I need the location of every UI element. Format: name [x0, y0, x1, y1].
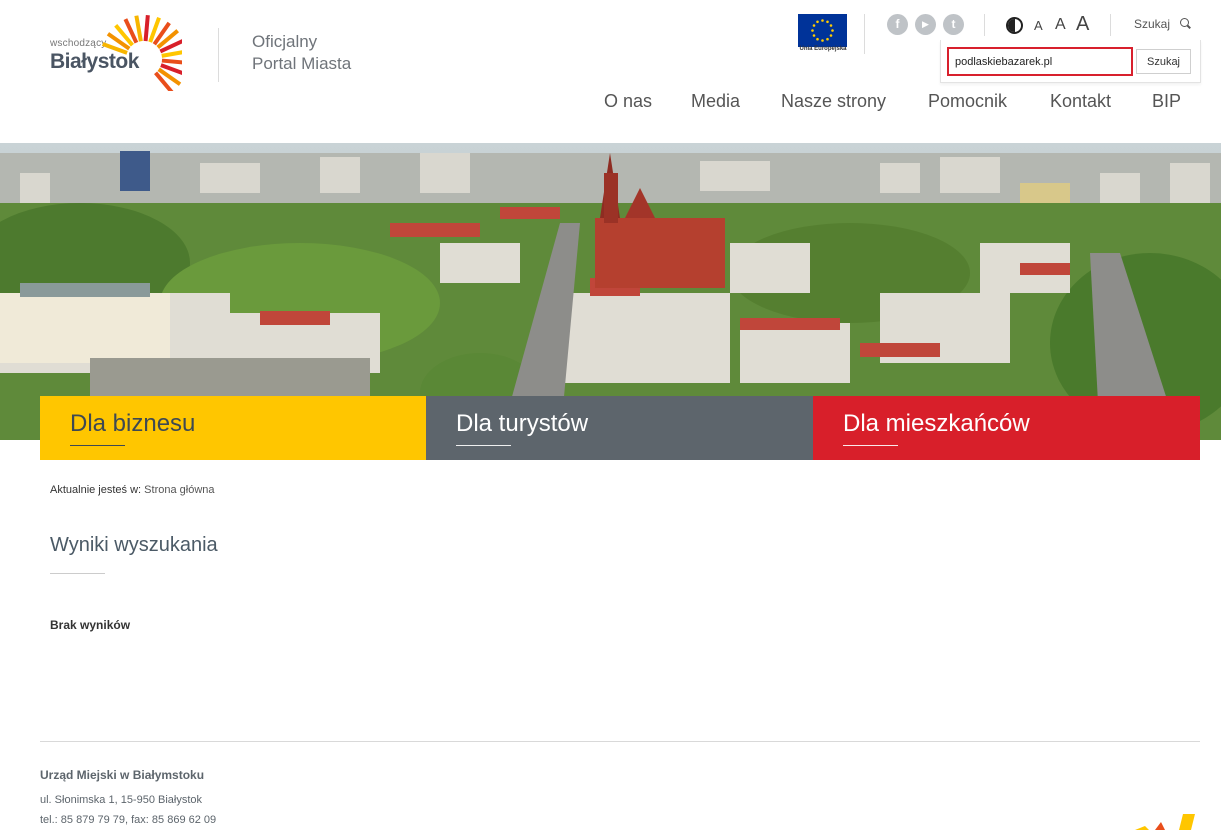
nav-item-bip[interactable]: BIP — [1152, 91, 1181, 112]
accessibility-divider — [1110, 14, 1111, 36]
eu-label: Unia Europejska — [799, 46, 847, 52]
search-input[interactable] — [947, 47, 1133, 76]
breadcrumb-home-link[interactable]: Strona główna — [144, 484, 214, 496]
social-divider — [984, 14, 985, 36]
nav-item-media[interactable]: Media — [691, 91, 740, 112]
contrast-toggle-icon[interactable] — [1006, 17, 1023, 34]
footer-org-name: Urząd Miejski w Białymstoku — [40, 768, 205, 782]
tile-for-business-label: Dla biznesu — [70, 410, 196, 437]
tile-for-tourists-label: Dla turystów — [456, 410, 589, 437]
page-title: Wyniki wyszukania — [50, 534, 218, 556]
footer-phone: tel.: 85 879 79 79, fax: 85 869 62 09 — [40, 814, 217, 826]
breadcrumb-prefix: Aktualnie jesteś w: — [50, 484, 142, 496]
footer-divider — [40, 741, 1200, 742]
footer-sunburst-logo-icon — [1135, 814, 1195, 830]
header-divider — [218, 28, 219, 82]
tile-underline — [70, 445, 125, 446]
tile-for-residents-label: Dla mieszkańców — [843, 410, 1030, 437]
search-button[interactable]: Szukaj — [1136, 49, 1191, 74]
tile-underline — [843, 445, 898, 446]
search-icon[interactable] — [1180, 18, 1189, 27]
title-underline — [50, 573, 105, 574]
sunburst-logo-icon — [101, 14, 182, 91]
no-results-message: Brak wyników — [50, 618, 131, 632]
font-size-small-button[interactable]: A — [1034, 18, 1043, 33]
nav-item-nasze-strony[interactable]: Nasze strony — [781, 91, 886, 112]
breadcrumb: Aktualnie jesteś w: Strona główna — [50, 484, 215, 496]
tagline-line-2: Portal Miasta — [252, 54, 352, 73]
portal-tagline: Oficjalny Portal Miasta — [252, 31, 351, 75]
tile-for-business[interactable]: Dla biznesu — [40, 396, 426, 460]
youtube-icon[interactable]: ▶ — [915, 14, 936, 35]
nav-item-kontakt[interactable]: Kontakt — [1050, 91, 1111, 112]
eu-flag-icon[interactable] — [798, 14, 847, 47]
nav-item-o-nas[interactable]: O nas — [604, 91, 652, 112]
tagline-line-1: Oficjalny — [252, 32, 318, 51]
facebook-icon[interactable]: f — [887, 14, 908, 35]
tile-for-tourists[interactable]: Dla turystów — [426, 396, 813, 460]
site-logo[interactable]: wschodzący Białystok — [48, 13, 188, 91]
footer-address: ul. Słonimska 1, 15-950 Białystok — [40, 794, 203, 806]
twitter-icon[interactable]: t — [943, 14, 964, 35]
tile-for-residents[interactable]: Dla mieszkańców — [813, 396, 1200, 460]
search-toggle-link[interactable]: Szukaj — [1134, 17, 1170, 31]
tile-underline — [456, 445, 511, 446]
nav-item-pomocnik[interactable]: Pomocnik — [928, 91, 1007, 112]
font-size-large-button[interactable]: A — [1076, 13, 1089, 36]
font-size-medium-button[interactable]: A — [1055, 16, 1066, 34]
eu-divider — [864, 14, 865, 54]
